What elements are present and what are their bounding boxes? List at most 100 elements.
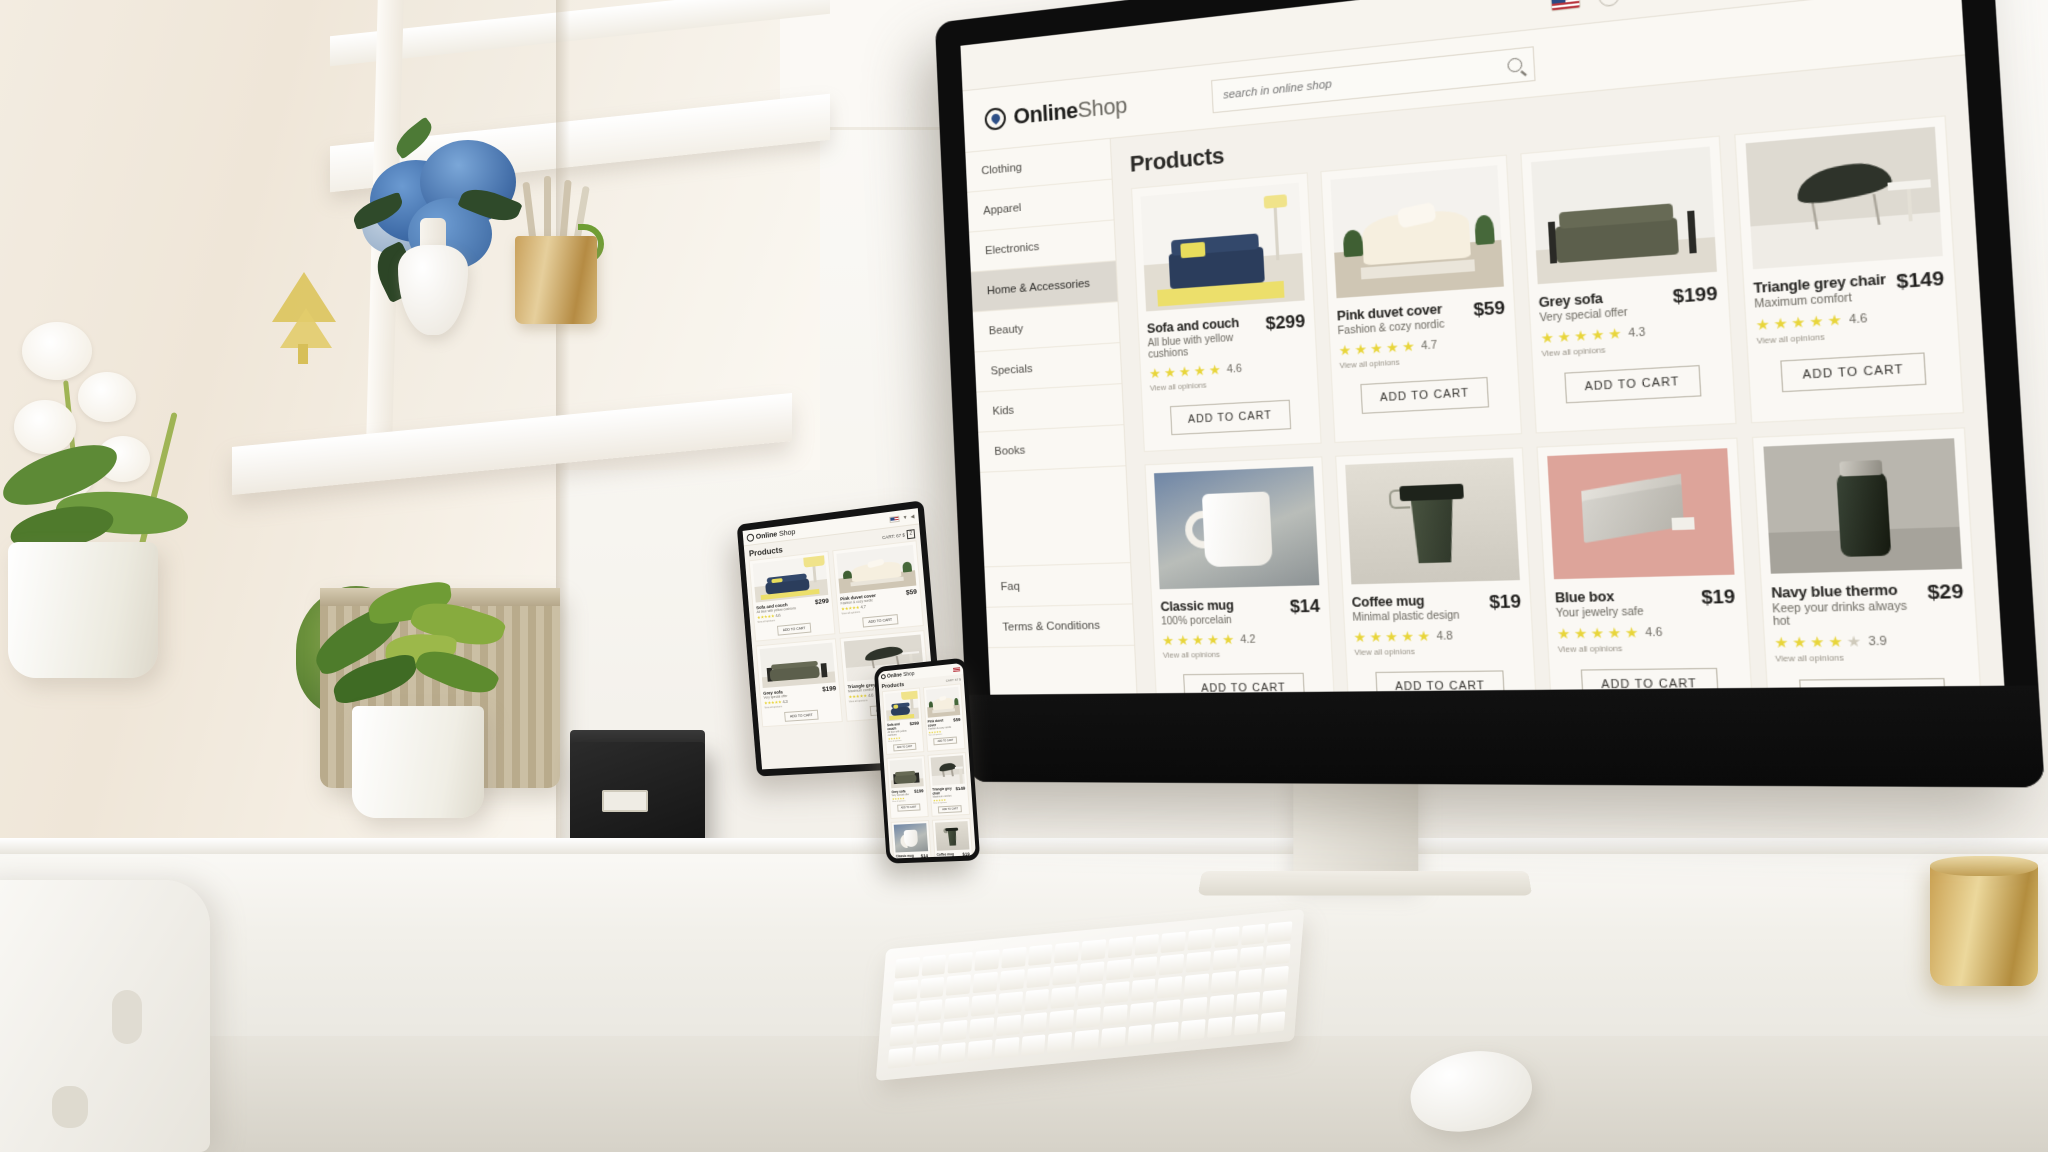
keyboard-key[interactable] (1075, 1006, 1101, 1029)
keyboard-key[interactable] (972, 971, 998, 994)
keyboard-key[interactable] (1153, 1021, 1179, 1044)
keyboard-key[interactable] (1105, 959, 1131, 981)
product-image[interactable] (752, 555, 829, 603)
keyboard-key[interactable] (1020, 1034, 1046, 1056)
product-image[interactable] (889, 758, 924, 789)
view-opinions-link[interactable]: View all opinions (1354, 645, 1524, 658)
keyboard-key[interactable] (1238, 946, 1265, 968)
keyboard-key[interactable] (1260, 1011, 1286, 1033)
chevron-down-icon[interactable]: ▼ (1598, 0, 1621, 7)
search-input[interactable] (1222, 59, 1508, 102)
keyboard-key[interactable] (1183, 973, 1210, 996)
add-to-cart-button[interactable]: ADD TO CART (1169, 399, 1291, 436)
keyboard-key[interactable] (1132, 956, 1158, 979)
keyboard-key[interactable] (915, 1021, 942, 1044)
add-to-cart-button[interactable]: ADD TO CART (776, 622, 812, 636)
phone-cart-label[interactable]: CART: 67 $ (946, 677, 961, 683)
keyboard-key[interactable] (1102, 1004, 1128, 1026)
product-image[interactable] (1547, 448, 1734, 580)
keyboard-key[interactable] (1104, 981, 1130, 1004)
product-card[interactable]: Blue box Your jewelry safe $19 ★ ★ ★ ★ ★ 4.6 View… (1536, 437, 1754, 694)
keyboard-key[interactable] (1214, 926, 1240, 949)
site-logo[interactable]: OnlineShop (984, 83, 1212, 133)
keyboard-key[interactable] (944, 996, 970, 1019)
product-card[interactable]: Grey sofa Very special offer $199 ★ ★ ★ ★ ★ 4.3 V… (1520, 135, 1737, 434)
keyboard-key[interactable] (1261, 988, 1288, 1011)
keyboard-key[interactable] (1025, 966, 1052, 989)
product-card[interactable]: Sofa and couch All blue with yellow cushi… (748, 550, 836, 642)
sidebar-item-faq[interactable]: Faq (984, 563, 1133, 608)
keyboard-key[interactable] (1050, 986, 1076, 1009)
add-to-cart-button[interactable]: ADD TO CART (896, 803, 921, 812)
keyboard-key[interactable] (947, 952, 974, 974)
product-image[interactable] (1140, 182, 1305, 312)
keyboard-key[interactable] (889, 1024, 915, 1047)
product-image[interactable] (934, 821, 970, 851)
keyboard-key[interactable] (1159, 953, 1185, 976)
keyboard-key[interactable] (1107, 936, 1133, 959)
keyboard-key[interactable] (921, 954, 947, 977)
shopping-bag-icon[interactable]: 2 (906, 528, 916, 539)
product-card[interactable]: Triangle grey chairMaximum comfort$149★★… (1733, 115, 1965, 424)
keyboard-key[interactable] (1210, 971, 1236, 994)
keyboard-key[interactable] (919, 977, 945, 999)
keyboard-key[interactable] (995, 1014, 1021, 1037)
keyboard-key[interactable] (1265, 943, 1291, 966)
keyboard-key[interactable] (1027, 944, 1053, 967)
keyboard-key[interactable] (894, 957, 920, 979)
chevron-down-icon[interactable]: ▼ (902, 514, 907, 521)
keyboard-key[interactable] (967, 1039, 993, 1062)
product-image[interactable] (925, 686, 961, 718)
keyboard-key[interactable] (1080, 939, 1107, 961)
product-image[interactable] (1762, 438, 1963, 574)
add-to-cart-button[interactable]: ADD TO CART (933, 736, 958, 746)
keyboard-key[interactable] (917, 999, 943, 1022)
keyboard-key[interactable] (1263, 966, 1289, 988)
view-opinions-link[interactable]: View all opinions (1163, 648, 1323, 660)
keyboard-key[interactable] (969, 1016, 995, 1039)
product-image[interactable] (1329, 165, 1504, 299)
add-to-cart-button[interactable]: ADD TO CART (938, 805, 963, 814)
keyboard-key[interactable] (1077, 984, 1103, 1006)
keyboard-key[interactable] (970, 994, 997, 1017)
product-image[interactable] (1530, 146, 1717, 285)
keyboard-key[interactable] (940, 1041, 966, 1064)
product-card[interactable]: Pink duvet cover Fashion & cozy nordic $59… (1319, 154, 1523, 444)
keyboard-key[interactable] (1073, 1029, 1100, 1051)
keyboard-key[interactable] (974, 949, 1000, 972)
keyboard-key[interactable] (1267, 921, 1293, 943)
keyboard-key[interactable] (1185, 951, 1211, 974)
add-to-cart-button[interactable]: ADD TO CART (1780, 352, 1927, 393)
product-card[interactable]: Sofa and couch All blue with yellow cushi… (1131, 172, 1322, 453)
keyboard-key[interactable] (1134, 934, 1160, 956)
add-to-cart-button[interactable]: ADD TO CART (892, 742, 917, 752)
product-card[interactable]: Classic mug100% porcelain$14★★★★★View al… (890, 820, 933, 859)
us-flag-icon[interactable] (952, 666, 961, 672)
keyboard-key[interactable] (1130, 979, 1156, 1001)
product-card[interactable]: Grey sofa Very special offer $199 ★★★★★ View… (886, 755, 929, 819)
product-image[interactable] (1344, 457, 1520, 585)
keyboard-key[interactable] (914, 1044, 940, 1067)
product-card[interactable]: Pink duvet cover Fashion & cozy nordic $59… (832, 540, 924, 634)
product-card[interactable]: Triangle grey chairMaximum comfort$149★★… (926, 752, 971, 817)
keyboard-key[interactable] (1233, 1013, 1259, 1036)
product-image[interactable] (759, 642, 836, 689)
product-card[interactable]: Classic mug 100% porcelain $14 ★ ★ ★ ★ ★ 4.2 View… (1144, 456, 1336, 694)
keyboard-key[interactable] (1206, 1016, 1233, 1038)
keyboard-key[interactable] (1100, 1026, 1126, 1049)
product-card[interactable]: Grey sofa Very special offer $199 ★★★★★ 4.3… (755, 638, 843, 728)
keyboard-key[interactable] (1187, 928, 1213, 951)
view-opinions-link[interactable]: View all opinions (1775, 651, 1968, 664)
add-to-cart-button[interactable]: ADD TO CART (784, 709, 819, 722)
us-flag-icon[interactable] (889, 515, 900, 523)
keyboard-key[interactable] (999, 969, 1025, 992)
us-flag-icon[interactable] (1550, 0, 1582, 12)
product-image[interactable] (1744, 126, 1943, 270)
sidebar-item-terms-conditions[interactable]: Terms & Conditions (986, 604, 1135, 649)
product-image[interactable] (836, 544, 917, 594)
product-card[interactable]: Sofa and couch All blue with yellow cushi… (881, 687, 924, 755)
keyboard-key[interactable] (1240, 923, 1266, 946)
product-card[interactable]: Pink duvet cover Fashion & cozy nordic $59… (922, 683, 966, 752)
keyboard-key[interactable] (1127, 1023, 1153, 1046)
add-to-cart-button[interactable]: ADD TO CART (1183, 672, 1305, 694)
